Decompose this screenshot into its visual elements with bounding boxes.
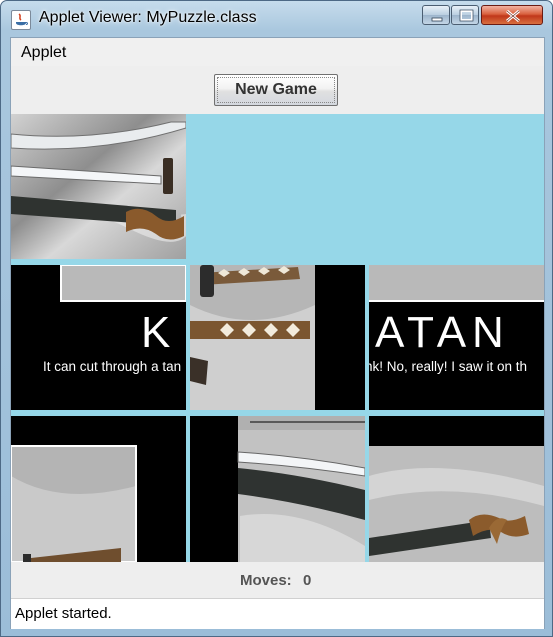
toolbar: New Game	[11, 66, 544, 114]
applet-viewer-window: Applet Viewer: MyPuzzle.class Applet New…	[0, 0, 553, 637]
tile-caption-atan: ATAN	[375, 308, 510, 357]
puzzle-tile[interactable]	[11, 416, 186, 562]
new-game-button[interactable]: New Game	[214, 74, 338, 106]
applet-client-area: Applet New Game K It can cut through a t…	[10, 37, 545, 629]
tile-subtitle-left: It can cut through a tan	[43, 359, 181, 374]
status-bar: Applet started.	[11, 598, 544, 629]
title-bar[interactable]: Applet Viewer: MyPuzzle.class	[1, 1, 552, 37]
tile-subtitle-right: nk! No, really! I saw it on th	[369, 359, 527, 374]
status-text: Applet started.	[15, 605, 112, 622]
puzzle-board: K It can cut through a tan ATAN nk! No, …	[11, 114, 544, 562]
maximize-button[interactable]	[451, 5, 479, 25]
puzzle-tile[interactable]	[190, 416, 365, 562]
java-icon	[11, 10, 31, 30]
tile-caption-k: K	[141, 308, 170, 357]
moves-bar: Moves: 0	[11, 562, 544, 598]
puzzle-tile[interactable]	[11, 114, 186, 259]
close-button[interactable]	[481, 5, 543, 25]
minimize-button[interactable]	[422, 5, 450, 25]
puzzle-tile[interactable]	[190, 265, 365, 410]
moves-count: 0	[303, 572, 312, 589]
puzzle-tile[interactable]: K It can cut through a tan	[11, 265, 186, 410]
puzzle-tile[interactable]	[369, 416, 544, 562]
moves-label: Moves:	[240, 572, 292, 589]
menu-applet[interactable]: Applet	[21, 44, 66, 62]
menu-bar: Applet	[11, 38, 544, 66]
puzzle-tile[interactable]: ATAN nk! No, really! I saw it on th	[369, 265, 544, 410]
window-title: Applet Viewer: MyPuzzle.class	[39, 9, 257, 26]
